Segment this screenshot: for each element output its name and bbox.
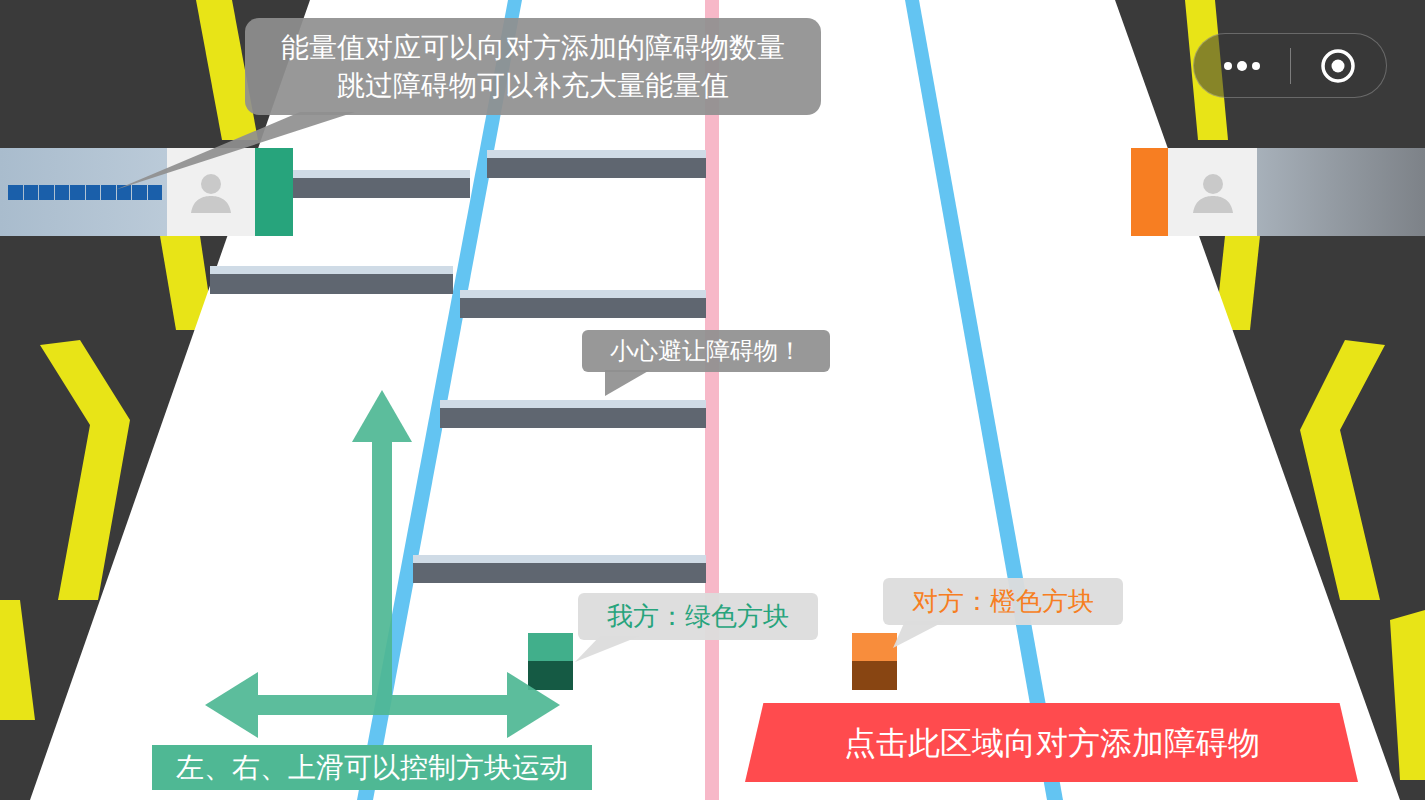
energy-segment <box>132 185 147 200</box>
opponent-hud <box>1131 148 1425 236</box>
obstacle <box>487 150 706 178</box>
close-target-icon[interactable] <box>1320 48 1356 84</box>
obstacle <box>293 170 470 198</box>
energy-segment <box>8 185 23 200</box>
energy-segment <box>39 185 54 200</box>
mini-program-capsule <box>1193 33 1387 98</box>
add-obstacle-button[interactable]: 点击此区域向对方添加障碍物 <box>745 703 1358 782</box>
opponent-cube <box>852 633 897 690</box>
obstacle <box>460 290 706 318</box>
energy-hint-line: 能量值对应可以向对方添加的障碍物数量 <box>281 29 785 67</box>
me-cube <box>528 633 573 690</box>
obstacle-hint: 小心避让障碍物！ <box>582 330 830 372</box>
energy-segment <box>55 185 70 200</box>
tutorial-overlay <box>0 0 1425 800</box>
energy-segment <box>117 185 132 200</box>
opponent-cube-label: 对方：橙色方块 <box>883 578 1123 625</box>
energy-bar <box>0 148 167 236</box>
energy-hint-line: 跳过障碍物可以补充大量能量值 <box>337 67 729 105</box>
my-avatar <box>167 148 255 236</box>
my-color <box>255 148 293 236</box>
energy-segment <box>101 185 116 200</box>
obstacle <box>413 555 706 583</box>
avatar-icon <box>186 167 236 217</box>
energy-hint: 能量值对应可以向对方添加的障碍物数量跳过障碍物可以补充大量能量值 <box>245 18 821 115</box>
avatar-icon <box>1188 167 1238 217</box>
race-track <box>0 0 1425 800</box>
energy-bar <box>1257 148 1425 236</box>
controls-hint: 左、右、上滑可以控制方块运动 <box>152 745 592 790</box>
energy-segment <box>86 185 101 200</box>
swipe-arrows-icon <box>205 390 560 738</box>
energy-segment <box>24 185 39 200</box>
obstacle <box>210 266 453 294</box>
energy-segment <box>70 185 85 200</box>
obstacle <box>440 400 706 428</box>
energy-segment <box>148 185 163 200</box>
my-hud <box>0 148 293 236</box>
opponent-avatar <box>1168 148 1257 236</box>
game-screen[interactable]: 能量值对应可以向对方添加的障碍物数量跳过障碍物可以补充大量能量值小心避让障碍物！… <box>0 0 1425 800</box>
opponent-color <box>1131 148 1168 236</box>
more-icon[interactable] <box>1222 60 1262 72</box>
my-cube-label: 我方：绿色方块 <box>578 593 818 640</box>
